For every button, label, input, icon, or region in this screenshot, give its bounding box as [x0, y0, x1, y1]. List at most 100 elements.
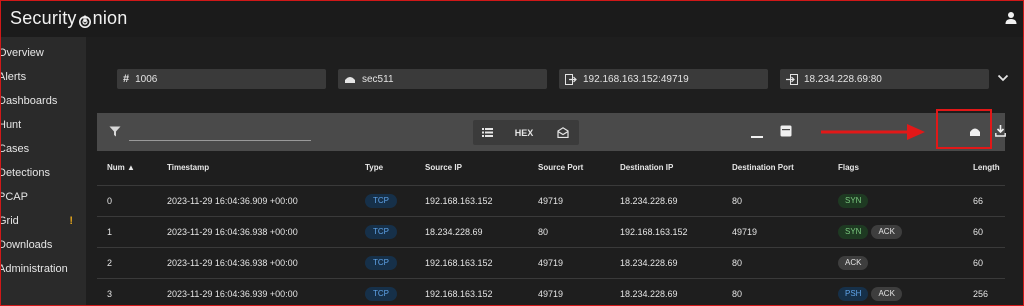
job-id-chip: # 1006	[117, 69, 326, 89]
type-badge: TCP	[365, 194, 397, 208]
column-header-destination-port[interactable]: Destination Port	[732, 163, 794, 172]
cell-timestamp: 2023-11-29 16:04:36.909 +00:00	[167, 196, 298, 206]
column-header-length[interactable]: Length	[973, 163, 1000, 172]
column-header-type[interactable]: Type	[365, 163, 383, 172]
sidebar-item-alerts[interactable]: Alerts	[0, 65, 86, 89]
cell-source-port: 49719	[538, 289, 564, 299]
table-row[interactable]: 1 2023-11-29 16:04:36.938 +00:00 TCP 18.…	[97, 216, 1005, 247]
type-badge: TCP	[365, 256, 397, 270]
cell-timestamp: 2023-11-29 16:04:36.938 +00:00	[167, 258, 298, 268]
cell-destination-port: 80	[732, 196, 743, 206]
sidebar-item-pcap[interactable]: PCAP	[0, 185, 86, 209]
main-content: # 1006 sec511 192.168.163.152:49719 18.2…	[86, 37, 1024, 306]
sidebar-item-cases[interactable]: Cases	[0, 137, 86, 161]
onion-logo-icon	[78, 12, 92, 28]
sidebar-item-label: PCAP	[0, 191, 28, 203]
sidebar-item-hunt[interactable]: Hunt	[0, 113, 86, 137]
window-icon[interactable]	[780, 125, 792, 137]
flag-badge: ACK	[871, 225, 902, 239]
sidebar-item-detections[interactable]: Detections	[0, 161, 86, 185]
flag-badge: SYN	[838, 225, 869, 239]
cell-flags: SYN ACK	[838, 225, 905, 239]
sensor-value: sec511	[362, 73, 394, 85]
cell-length: 60	[973, 227, 984, 237]
column-header-source-ip[interactable]: Source IP	[425, 163, 462, 172]
sensor-chip: sec511	[338, 69, 547, 89]
table-row[interactable]: 2 2023-11-29 16:04:36.938 +00:00 TCP 192…	[97, 247, 1005, 278]
list-icon	[481, 128, 493, 137]
sort-asc-icon: ▲	[127, 163, 135, 172]
text-view-button[interactable]	[547, 120, 579, 145]
view-toggle-group: HEX	[473, 120, 579, 145]
hex-view-button[interactable]: HEX	[501, 120, 547, 145]
sidebar-item-label: Administration	[0, 263, 68, 275]
table-row[interactable]: 3 2023-11-29 16:04:36.939 +00:00 TCP 192…	[97, 278, 1005, 306]
flag-badge: ACK	[871, 287, 902, 301]
cell-flags: ACK	[838, 256, 871, 270]
cell-source-ip: 192.168.163.152	[425, 196, 493, 206]
sidebar-item-label: Detections	[0, 167, 50, 179]
list-view-button[interactable]	[473, 120, 501, 145]
column-header-flags[interactable]: Flags	[838, 163, 859, 172]
sidebar-item-label: Dashboards	[0, 95, 58, 107]
sidebar-item-overview[interactable]: Overview	[0, 41, 86, 65]
sidebar: Overview Alerts Dashboards Hunt Cases De…	[0, 37, 86, 306]
sidebar-item-label: Alerts	[0, 71, 27, 83]
column-header-num[interactable]: Num ▲	[107, 163, 135, 172]
cell-destination-ip: 18.234.228.69	[620, 258, 678, 268]
filter-icon	[109, 126, 121, 137]
cell-source-port: 80	[538, 227, 549, 237]
sidebar-item-label: Downloads	[0, 239, 53, 251]
cell-num: 2	[107, 258, 113, 268]
cell-source-port: 49719	[538, 258, 564, 268]
minimize-icon[interactable]	[751, 127, 763, 139]
cell-source-port: 49719	[538, 196, 564, 206]
sidebar-item-administration[interactable]: Administration	[0, 257, 86, 281]
cell-destination-port: 49719	[732, 227, 758, 237]
grid-warning-badge: !	[69, 215, 73, 227]
sidebar-item-label: Cases	[0, 143, 30, 155]
cell-num: 3	[107, 289, 113, 299]
cell-flags: SYN	[838, 194, 871, 208]
table-row[interactable]: 0 2023-11-29 16:04:36.909 +00:00 TCP 192…	[97, 185, 1005, 216]
sidebar-item-dashboards[interactable]: Dashboards	[0, 89, 86, 113]
cell-source-ip: 192.168.163.152	[425, 289, 493, 299]
mail-open-icon	[557, 127, 569, 138]
sidebar-item-downloads[interactable]: Downloads	[0, 233, 86, 257]
column-header-timestamp[interactable]: Timestamp	[167, 163, 209, 172]
brand-text-left: Security	[10, 8, 77, 28]
chevron-down-icon[interactable]	[997, 73, 1009, 83]
column-header-source-port[interactable]: Source Port	[538, 163, 583, 172]
destination-chip: 18.234.228.69:80	[780, 69, 989, 89]
sidebar-item-label: Grid	[0, 215, 19, 227]
filter-input[interactable]	[129, 123, 311, 141]
user-icon[interactable]	[1004, 11, 1018, 25]
source-exit-icon	[565, 73, 577, 85]
job-id-value: 1006	[135, 73, 158, 85]
type-badge: TCP	[365, 287, 397, 301]
hash-icon: #	[123, 73, 130, 85]
cell-num: 1	[107, 227, 113, 237]
flag-badge: SYN	[838, 194, 869, 208]
flag-badge: ACK	[838, 256, 869, 270]
cell-source-ip: 18.234.228.69	[425, 227, 483, 237]
cell-destination-ip: 18.234.228.69	[620, 289, 678, 299]
cell-destination-port: 80	[732, 258, 743, 268]
brand[interactable]: Security nion	[10, 8, 127, 29]
flag-badge: PSH	[838, 287, 869, 301]
cell-destination-port: 80	[732, 289, 743, 299]
source-value: 192.168.163.152:49719	[583, 73, 689, 85]
destination-enter-icon	[786, 73, 798, 85]
column-header-destination-ip[interactable]: Destination IP	[620, 163, 673, 172]
annotation-arrow	[821, 124, 925, 140]
sidebar-item-grid[interactable]: Grid!	[0, 209, 86, 233]
cell-source-ip: 192.168.163.152	[425, 258, 493, 268]
cell-length: 66	[973, 196, 984, 206]
source-chip: 192.168.163.152:49719	[559, 69, 768, 89]
top-bar: Security nion	[0, 0, 1024, 37]
table-header: Num ▲ Timestamp Type Source IP Source Po…	[97, 151, 1005, 185]
sensor-icon	[345, 76, 355, 83]
cell-timestamp: 2023-11-29 16:04:36.939 +00:00	[167, 289, 298, 299]
download-icon[interactable]	[995, 125, 1006, 137]
type-badge: TCP	[365, 225, 397, 239]
